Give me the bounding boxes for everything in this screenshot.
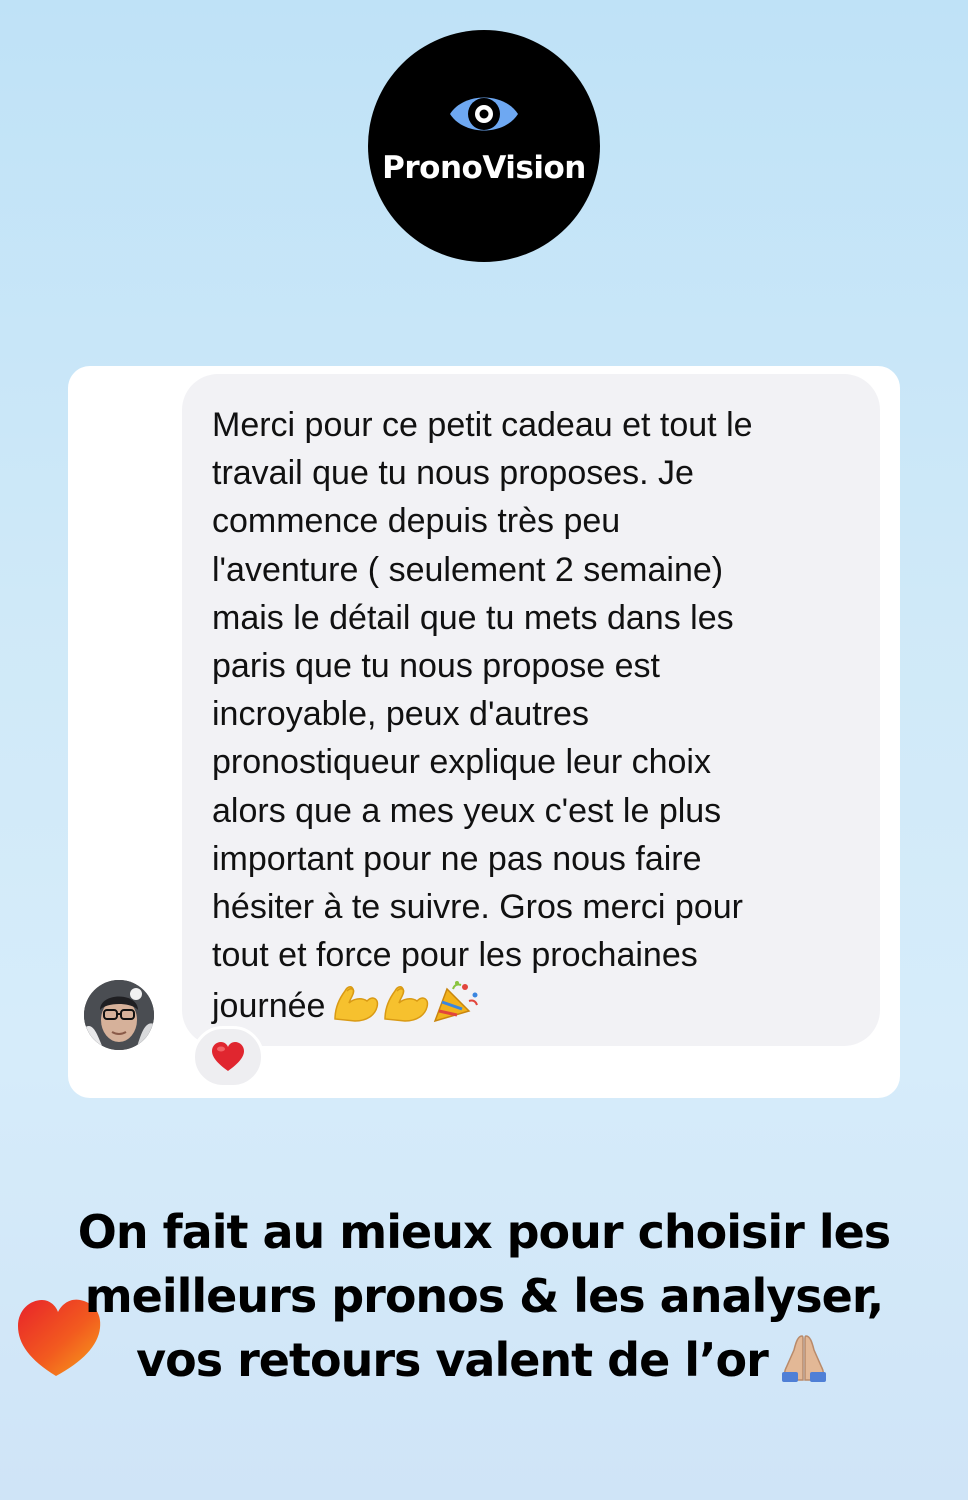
- message-card: Merci pour ce petit cadeau et tout le tr…: [68, 366, 900, 1098]
- message-line: l'aventure ( seulement 2 semaine): [212, 550, 724, 589]
- message-text: Merci pour ce petit cadeau et tout le tr…: [212, 401, 872, 1037]
- message-line: mais le détail que tu mets dans les: [212, 598, 734, 637]
- message-line: journée: [212, 987, 326, 1026]
- logo-text: PronoVision: [382, 150, 586, 186]
- message-line: alors que a mes yeux c'est le plus: [212, 791, 722, 830]
- message-bubble[interactable]: Merci pour ce petit cadeau et tout le tr…: [182, 374, 880, 1046]
- message-line: important pour ne pas nous faire: [212, 839, 702, 878]
- folded-hands-icon: [776, 1332, 832, 1398]
- avatar[interactable]: [84, 980, 154, 1050]
- caption: On fait au mieux pour choisir les meille…: [20, 1200, 948, 1398]
- message-line: paris que tu nous propose est: [212, 647, 660, 686]
- caption-line-text: vos retours valent de l’or: [136, 1333, 769, 1387]
- message-line: tout et force pour les prochaines: [212, 936, 698, 975]
- party-popper-icon: [434, 981, 479, 1023]
- message-line: travail que tu nous proposes. Je: [212, 454, 694, 493]
- flexed-biceps-icon: [334, 986, 379, 1023]
- emoji-group: [331, 979, 481, 1036]
- reaction-badge[interactable]: [192, 1026, 264, 1088]
- message-line: incroyable, peux d'autres: [212, 695, 589, 734]
- message-line: pronostiqueur explique leur choix: [212, 743, 711, 782]
- message-line: commence depuis très peu: [212, 502, 621, 541]
- avatar-photo: [84, 980, 154, 1050]
- message-line: hésiter à te suivre. Gros merci pour: [212, 888, 743, 927]
- caption-line: On fait au mieux pour choisir les: [77, 1205, 891, 1259]
- caption-line: meilleurs pronos & les analyser,: [84, 1269, 884, 1323]
- caption-line-last: vos retours valent de l’or: [20, 1328, 948, 1398]
- flexed-biceps-icon: [384, 986, 429, 1023]
- eye-icon: [450, 97, 518, 131]
- pronovision-logo: PronoVision: [368, 30, 600, 262]
- red-heart-icon: [212, 1042, 244, 1071]
- message-line: Merci pour ce petit cadeau et tout le: [212, 406, 753, 444]
